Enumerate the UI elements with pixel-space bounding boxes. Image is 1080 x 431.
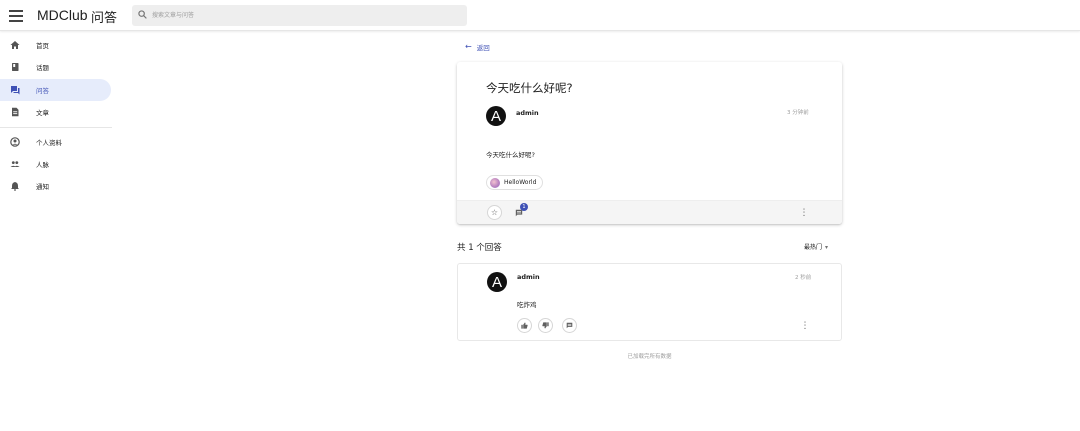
arrow-left-icon: ← bbox=[465, 42, 472, 51]
sidebar-item-label: 首页 bbox=[36, 42, 49, 50]
sidebar-item-notifications[interactable]: 通知 bbox=[0, 175, 111, 197]
question-title: 今天吃什么好呢? bbox=[486, 81, 573, 95]
comment-count-badge: 1 bbox=[520, 203, 528, 211]
sidebar-item-label: 通知 bbox=[36, 183, 49, 191]
answer-comment-button[interactable] bbox=[562, 318, 577, 333]
sidebar-item-label: 个人资料 bbox=[36, 139, 62, 147]
star-icon: ☆ bbox=[490, 208, 499, 217]
search-icon bbox=[138, 10, 147, 19]
sidebar-item-questions[interactable]: 问答 bbox=[0, 79, 111, 101]
follow-button[interactable]: ☆ bbox=[487, 205, 502, 220]
question-actions: ☆ 1 ⋮ bbox=[457, 200, 842, 224]
app-logo[interactable]: MDClub bbox=[37, 7, 88, 23]
answer-time: 2 秒前 bbox=[795, 275, 812, 281]
sidebar-item-label: 人脉 bbox=[36, 161, 49, 169]
more-vert-icon[interactable]: ⋮ bbox=[799, 207, 809, 219]
back-link[interactable]: ← 返回 bbox=[465, 42, 490, 53]
topic-image bbox=[490, 177, 500, 188]
sort-dropdown[interactable]: 最热门 ▾ bbox=[804, 242, 828, 251]
topic-tag[interactable]: HelloWorld bbox=[486, 175, 544, 190]
vote-up-button[interactable] bbox=[517, 318, 532, 333]
sidebar-item-articles[interactable]: 文章 bbox=[0, 101, 111, 123]
load-complete-note: 已加载完所有数据 bbox=[627, 354, 672, 360]
sort-label: 最热门 bbox=[804, 244, 823, 251]
people-icon bbox=[10, 161, 20, 167]
back-label: 返回 bbox=[476, 44, 490, 52]
sidebar-item-people[interactable]: 人脉 bbox=[0, 153, 111, 175]
comment-button[interactable]: 1 bbox=[511, 203, 528, 220]
avatar[interactable]: A bbox=[487, 272, 507, 292]
question-time: 3 分钟前 bbox=[787, 110, 809, 116]
forum-icon bbox=[11, 86, 20, 95]
answer-count: 共 1 个回答 bbox=[457, 243, 502, 253]
sidebar-item-label: 话题 bbox=[36, 64, 49, 72]
more-vert-icon[interactable]: ⋮ bbox=[800, 320, 810, 332]
question-card: 今天吃什么好呢? A admin 3 分钟前 今天吃什么好呢? HelloWor… bbox=[457, 62, 842, 224]
sidebar-item-label: 问答 bbox=[36, 87, 49, 95]
vote-down-button[interactable] bbox=[538, 318, 553, 333]
sidebar-item-topics[interactable]: 话题 bbox=[0, 56, 111, 78]
account-icon bbox=[10, 137, 20, 147]
question-author[interactable]: admin bbox=[516, 109, 539, 117]
answer-author[interactable]: admin bbox=[517, 273, 540, 281]
article-icon bbox=[12, 107, 19, 117]
bell-icon bbox=[11, 182, 19, 191]
thumb-up-icon bbox=[521, 322, 528, 329]
thumb-down-icon bbox=[542, 322, 549, 329]
sidebar-divider bbox=[0, 127, 112, 128]
answer-card: A admin 2 秒前 吃炸鸡 ⋮ bbox=[457, 263, 842, 341]
menu-icon[interactable] bbox=[9, 8, 23, 22]
comment-icon bbox=[566, 322, 573, 329]
search-input[interactable] bbox=[152, 5, 452, 26]
question-body: 今天吃什么好呢? bbox=[486, 151, 535, 159]
app-bar: MDClub 问答 bbox=[0, 0, 1080, 31]
home-icon bbox=[10, 41, 20, 49]
nav-drawer: 首页 话题 问答 文章 个人资料 人脉 通知 bbox=[0, 31, 112, 431]
chevron-down-icon: ▾ bbox=[825, 244, 829, 251]
answer-body: 吃炸鸡 bbox=[517, 301, 537, 309]
book-icon bbox=[12, 63, 19, 71]
search-bar[interactable] bbox=[132, 5, 467, 26]
sidebar-item-label: 文章 bbox=[36, 109, 49, 117]
section-title: 问答 bbox=[91, 11, 118, 26]
topic-tag-label: HelloWorld bbox=[504, 179, 537, 186]
sidebar-item-home[interactable]: 首页 bbox=[0, 34, 111, 56]
avatar[interactable]: A bbox=[486, 106, 506, 126]
sidebar-item-profile[interactable]: 个人资料 bbox=[0, 131, 111, 153]
